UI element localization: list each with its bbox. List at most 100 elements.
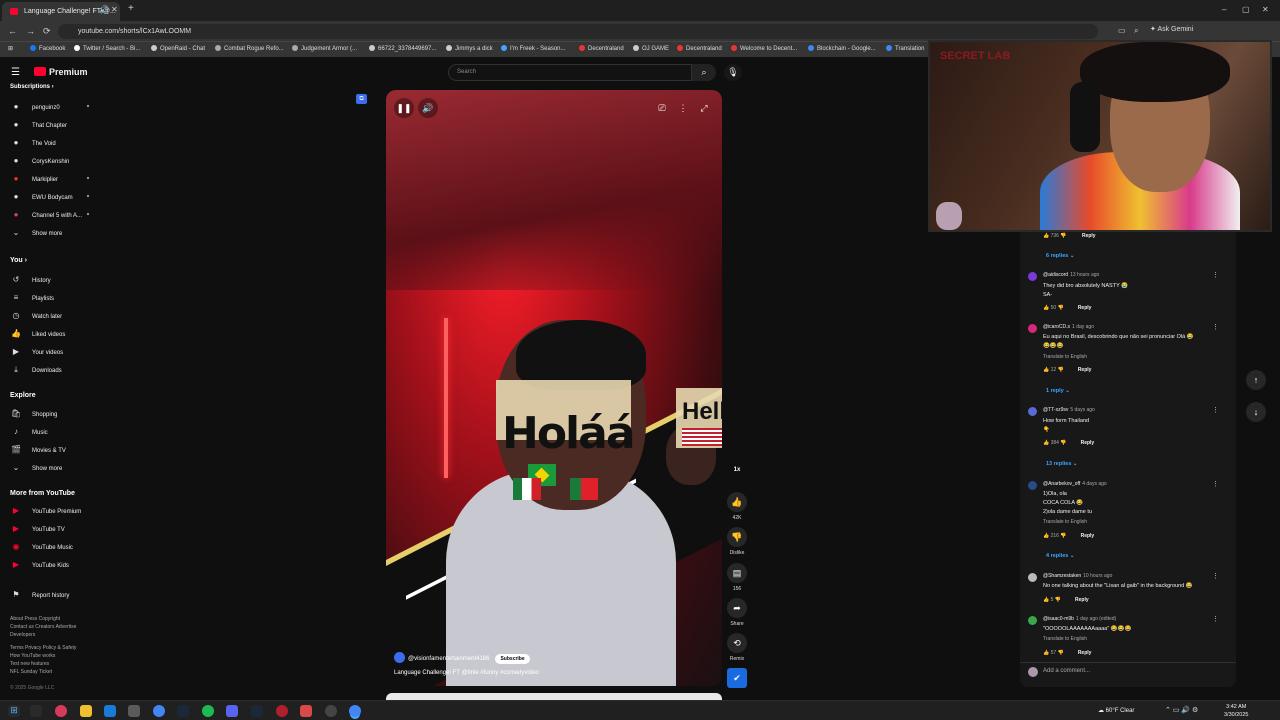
next-video-preview[interactable] [386,693,722,700]
bookmark-item[interactable]: Jimmys a dick [446,45,493,52]
sidebar-item-downloads[interactable]: ⤓ Downloads [10,365,61,375]
bookmark-item[interactable]: Decentraland [579,45,624,52]
next-video-button[interactable]: ↓ [1246,402,1266,422]
add-comment-input[interactable]: Add a comment... [1043,668,1090,674]
comment-author[interactable]: @icaroCD.s 1 day ago [1043,324,1094,330]
discord-icon[interactable] [226,705,238,717]
sidebar-item-liked-videos[interactable]: 👍 Liked videos [10,329,65,338]
sidebar-item-report-history[interactable]: ⚑ Report history [10,590,69,599]
back-icon[interactable]: ← [8,26,17,36]
bookmark-item[interactable]: Judgement Armor (... [292,45,357,52]
bookmark-item[interactable]: 66722_3378449697... [369,45,436,52]
url-field[interactable]: youtube.com/shorts/lCx1AwLOOMM [58,24,1098,39]
weather-widget[interactable]: ☁ 60°F Clear [1098,707,1134,714]
more-vert-icon[interactable]: ⋮ [1212,323,1219,331]
close-window-icon[interactable]: ✕ [1262,5,1269,14]
close-tab-icon[interactable]: ✕ [111,5,118,14]
extension-icon[interactable]: ⧉ [356,94,367,104]
fullscreen-button[interactable]: ⤢ [694,98,714,118]
more-vert-icon[interactable]: ⋮ [1212,480,1219,488]
video-title[interactable]: Language Challenge! FT @tinie #funny #co… [394,670,539,676]
sidebar-item-subscription[interactable]: ● Channel 5 with A... [10,210,82,219]
reply-button[interactable]: Reply [1082,233,1096,239]
playback-speed-indicator[interactable]: 1x [727,467,747,473]
subscribe-button[interactable]: Subscribe [495,654,530,664]
you-header[interactable]: You › [10,257,27,264]
bookmark-item[interactable]: I'm Freek - Season... [501,45,566,52]
forward-icon[interactable]: → [26,26,35,36]
comment-avatar[interactable] [1028,573,1037,582]
more-vert-icon[interactable]: ⋮ [1212,271,1219,279]
previous-video-button[interactable]: ↑ [1246,370,1266,390]
footer-links[interactable]: Test new features [10,661,49,667]
sidebar-item-youtube-music[interactable]: ◉ YouTube Music [10,542,73,551]
sidebar-item-subscription[interactable]: ● That Chapter [10,120,67,129]
spotify-icon[interactable] [202,705,214,717]
pause-button[interactable]: ❚❚ [394,98,414,118]
comment-author[interactable]: @Anarbekov_off 4 days ago [1043,481,1107,487]
steam-icon[interactable] [177,705,189,717]
apps-icon[interactable]: ⊞ [8,45,13,52]
reply-button[interactable]: Reply [1078,367,1092,373]
replies-toggle[interactable]: 13 replies ⌄ [1046,461,1078,467]
more-vert-icon[interactable]: ⋮ [1212,572,1219,580]
new-tab-icon[interactable]: + [128,3,134,14]
reply-button[interactable]: Reply [1081,533,1095,539]
sidebar-item-watch-later[interactable]: ◷ Watch later [10,311,63,320]
maximize-icon[interactable]: ▢ [1242,5,1250,14]
more-vert-icon[interactable]: ⋮ [1212,406,1219,414]
comment-avatar[interactable] [1028,324,1037,333]
sidebar-item-subscription[interactable]: ● EWU Bodycam [10,192,73,201]
minimize-icon[interactable]: – [1222,5,1226,14]
reply-button[interactable]: Reply [1081,440,1095,446]
footer-links[interactable]: How YouTube works [10,653,55,659]
sidebar-item-youtube-kids[interactable]: ▶ YouTube Kids [10,560,69,569]
ask-gemini-button[interactable]: ✦ Ask Gemini [1150,25,1193,33]
system-tray-icons[interactable]: ⌃ ▭ 🔊 ⚙ [1165,706,1198,714]
bookmark-item[interactable]: Decentraland [677,45,722,52]
channel-name[interactable]: @visionfamentertainment4186 [408,656,489,662]
search-input[interactable]: Search [448,64,692,81]
footer-links[interactable]: NFL Sunday Ticket [10,669,52,675]
bookmark-item[interactable]: Combat Rogue Refo... [215,45,284,52]
captions-button[interactable]: ⎚ [652,98,672,118]
translate-link[interactable]: Translate to English [1043,354,1087,360]
bookmark-item[interactable]: OpenRaid - Chat [151,45,205,52]
comment-avatar[interactable] [1028,272,1037,281]
bookmark-item[interactable]: Twitter / Search - Bi... [74,45,140,52]
replies-toggle[interactable]: 6 replies ⌄ [1046,253,1074,259]
footer-links[interactable]: Contact us Creators Advertise [10,624,76,630]
chrome-icon[interactable] [153,705,165,717]
comment-author[interactable]: @Shamzestaken 10 hours ago [1043,573,1112,579]
cast-icon[interactable]: ▭ [1118,26,1126,35]
sidebar-item-subscription[interactable]: ● CorysKenshin [10,156,70,165]
footer-links[interactable]: Terms Privacy Policy & Safety [10,645,76,651]
store-icon[interactable] [128,705,140,717]
comment-avatar[interactable] [1028,407,1037,416]
sidebar-item-history[interactable]: ↺ History [10,275,51,284]
sidebar-show-more[interactable]: ⌄ Show more [10,463,63,472]
bookmark-item[interactable]: Translation [886,45,924,52]
speaker-icon[interactable]: 🔊 [99,5,109,14]
comments-button[interactable]: ▤ 156 [727,563,747,592]
sidebar-item-youtube-premium[interactable]: ▶ YouTube Premium [10,506,81,515]
task-view-icon[interactable] [30,705,42,717]
replies-toggle[interactable]: 4 replies ⌄ [1046,553,1074,559]
obs-icon[interactable] [325,705,337,717]
sidebar-show-more[interactable]: ⌄ Show more [10,228,63,237]
sidebar-item-shopping[interactable]: 🛍 Shopping [10,409,57,418]
sidebar-item-music[interactable]: ♪ Music [10,427,48,436]
more-options-button[interactable]: ⋮ [673,98,693,118]
like-button[interactable]: 👍 42K [727,492,747,521]
chrome-active-icon[interactable] [349,705,361,717]
video-channel-row[interactable]: @visionfamentertainment4186 Subscribe [394,652,530,664]
voice-search-button[interactable]: 🎙 [724,64,742,81]
search-button[interactable]: ⌕ [692,64,716,81]
sidebar-item-subscription[interactable]: ● Markiplier [10,174,58,183]
reply-button[interactable]: Reply [1078,305,1092,311]
app-icon[interactable] [276,705,288,717]
subscriptions-header[interactable]: Subscriptions › [10,84,54,90]
sidebar-item-movies[interactable]: 🎬 Movies & TV [10,445,66,454]
menu-icon[interactable]: ☰ [11,67,20,78]
youtube-logo[interactable]: Premium [34,67,88,77]
